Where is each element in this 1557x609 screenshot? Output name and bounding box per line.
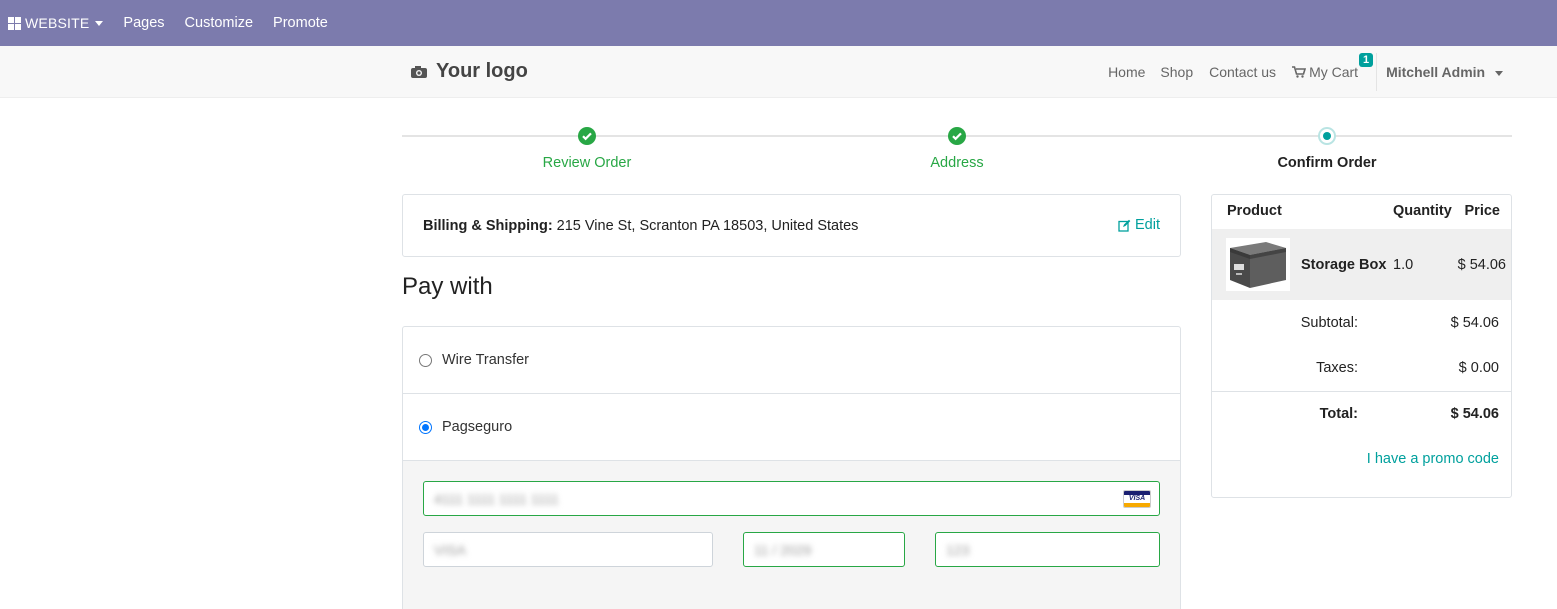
radio-wire-transfer[interactable]: [419, 353, 432, 367]
card-number-placeholder: 4111 1111 1111 1111: [434, 490, 559, 507]
card-holder-placeholder: VISA: [434, 541, 466, 558]
step-label: Address: [930, 155, 984, 171]
payment-methods: Wire Transfer Pagseguro 4111 1111 1111 1…: [402, 326, 1181, 609]
summary-header: Product Quantity Price: [1212, 195, 1511, 229]
edit-icon: [1118, 219, 1131, 232]
promo-code-link[interactable]: I have a promo code: [1367, 451, 1499, 467]
summary-line-item: Storage Box 1.0 $ 54.06: [1212, 229, 1511, 300]
menu-promote[interactable]: Promote: [273, 15, 328, 31]
logo-text: Your logo: [436, 60, 528, 82]
site-logo[interactable]: Your logo: [410, 60, 528, 83]
check-circle-icon: [578, 127, 596, 145]
card-expiry-placeholder: 11 / 2029: [754, 541, 812, 558]
checkout-progress: Review Order Address Confirm Order: [402, 124, 1512, 174]
card-cvc-placeholder: 123: [946, 541, 970, 558]
billing-label: Billing & Shipping:: [423, 217, 553, 234]
item-name: Storage Box: [1301, 257, 1387, 273]
shopping-cart-icon: [1292, 66, 1307, 78]
nav-home[interactable]: Home: [1108, 64, 1145, 80]
user-menu[interactable]: Mitchell Admin: [1386, 64, 1503, 80]
card-expiry-input[interactable]: 11 / 2029: [743, 532, 905, 567]
card-number-input[interactable]: 4111 1111 1111 1111 VISA: [423, 481, 1160, 516]
menu-customize[interactable]: Customize: [185, 15, 254, 31]
website-menu-label: WEBSITE: [25, 15, 90, 31]
check-circle-icon: [948, 127, 966, 145]
edit-label: Edit: [1135, 217, 1160, 233]
chevron-down-icon: [95, 20, 104, 26]
menu-pages[interactable]: Pages: [123, 15, 164, 31]
item-quantity: 1.0: [1393, 257, 1414, 273]
camera-icon: [411, 65, 427, 78]
site-nav: Home Shop Contact us My Cart 1 Mitchell …: [1108, 46, 1557, 98]
nav-contact-us[interactable]: Contact us: [1209, 64, 1276, 80]
payment-option-label: Wire Transfer: [442, 352, 530, 368]
step-label: Review Order: [542, 155, 632, 171]
current-step-dot-icon: [1318, 127, 1336, 145]
total-label: Total:: [1319, 406, 1358, 422]
step-address[interactable]: Address: [857, 124, 1057, 171]
nav-divider: [1376, 53, 1378, 91]
taxes-value: $ 0.00: [1458, 360, 1499, 376]
col-price: Price: [1464, 203, 1500, 219]
item-price: $ 54.06: [1457, 257, 1506, 273]
total-value: $ 54.06: [1450, 406, 1499, 422]
nav-my-cart[interactable]: My Cart 1: [1292, 53, 1374, 80]
card-holder-input[interactable]: VISA: [423, 532, 713, 567]
col-quantity: Quantity: [1393, 203, 1452, 219]
payment-option-pagseguro[interactable]: Pagseguro: [403, 394, 1180, 461]
website-menu-toggle[interactable]: WEBSITE: [0, 0, 104, 46]
edit-address-link[interactable]: Edit: [1118, 217, 1160, 233]
nav-shop[interactable]: Shop: [1160, 64, 1193, 80]
col-product: Product: [1227, 203, 1282, 219]
chevron-down-icon: [1495, 70, 1503, 76]
cart-label: My Cart: [1309, 64, 1359, 80]
card-form: 4111 1111 1111 1111 VISA VISA 11 / 2029 …: [403, 461, 1180, 609]
radio-pagseguro[interactable]: [419, 420, 432, 434]
payment-option-label: Pagseguro: [442, 419, 513, 435]
user-name: Mitchell Admin: [1386, 64, 1486, 80]
payment-option-wire-transfer[interactable]: Wire Transfer: [403, 327, 1180, 394]
order-summary: Product Quantity Price Storage Box 1.0 $…: [1211, 194, 1512, 498]
pay-with-heading: Pay with: [402, 273, 493, 300]
subtotal-value: $ 54.06: [1450, 315, 1499, 331]
step-confirm-order: Confirm Order: [1227, 124, 1427, 171]
taxes-label: Taxes:: [1316, 360, 1358, 376]
billing-address: 215 Vine St, Scranton PA 18503, United S…: [556, 217, 859, 234]
storage-box-image: [1226, 238, 1290, 291]
visa-card-icon: VISA: [1123, 490, 1151, 508]
site-header: Your logo Home Shop Contact us My Cart 1…: [0, 46, 1557, 98]
step-review-order[interactable]: Review Order: [487, 124, 687, 171]
apps-grid-icon: [8, 16, 21, 30]
subtotal-label: Subtotal:: [1300, 315, 1358, 331]
step-label: Confirm Order: [1277, 155, 1377, 171]
admin-navbar: WEBSITE Pages Customize Promote: [0, 0, 1557, 46]
card-cvc-input[interactable]: 123: [935, 532, 1160, 567]
summary-divider: [1212, 391, 1511, 392]
billing-shipping-card: Billing & Shipping: 215 Vine St, Scranto…: [402, 194, 1181, 257]
cart-count-badge: 1: [1358, 53, 1374, 67]
